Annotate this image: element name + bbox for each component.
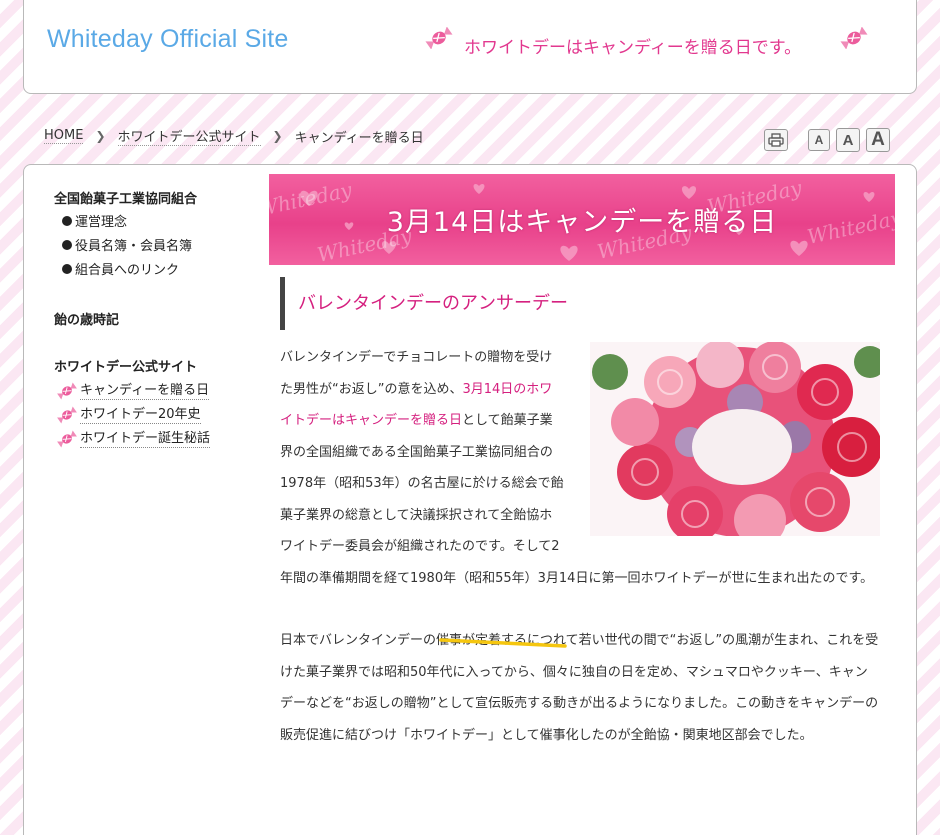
candy-icon [57, 406, 77, 424]
bullet-icon [62, 216, 72, 226]
font-size-small-button[interactable]: A [808, 129, 830, 151]
sidebar-item[interactable]: 役員名簿・会員名簿 [54, 235, 254, 259]
sidebar-link[interactable]: 役員名簿・会員名簿 [75, 239, 192, 254]
sidebar-item[interactable]: ホワイトデー誕生秘話 [54, 427, 254, 451]
breadcrumb: HOME ❯ ホワイトデー公式サイト ❯ キャンディーを贈る日 [44, 126, 424, 146]
sidebar-heading-almanac[interactable]: 飴の歳時記 [54, 309, 254, 328]
section-heading: バレンタインデーのアンサーデー [280, 277, 860, 330]
site-header: Whiteday Official Site ホワイトデーはキャンディーを贈る日… [23, 0, 917, 94]
site-title[interactable]: Whiteday Official Site [47, 25, 289, 54]
sidebar: 全国飴菓子工業協同組合 運営理念 役員名簿・会員名簿 組合員へのリンク 飴の歳時… [54, 188, 254, 451]
bullet-icon [62, 264, 72, 274]
sidebar-link[interactable]: キャンディーを贈る日 [80, 383, 210, 400]
sidebar-heading-whiteday[interactable]: ホワイトデー公式サイト [54, 356, 254, 375]
sidebar-link[interactable]: 運営理念 [75, 215, 127, 230]
sidebar-association-list: 運営理念 役員名簿・会員名簿 組合員へのリンク [54, 211, 254, 283]
header-tagline: ホワイトデーはキャンディーを贈る日です。 [464, 38, 802, 58]
bullet-icon [62, 240, 72, 250]
page-banner: Whiteday Whiteday Whiteday Whiteday Whit… [269, 174, 895, 265]
chevron-right-icon: ❯ [95, 129, 106, 143]
candy-icon [424, 27, 454, 49]
sidebar-item[interactable]: 組合員へのリンク [54, 259, 254, 283]
rose-wreath-image [590, 342, 880, 536]
font-size-large-button[interactable]: A [866, 128, 890, 152]
chevron-right-icon: ❯ [272, 129, 283, 143]
sidebar-link[interactable]: ホワイトデー誕生秘話 [80, 431, 211, 448]
sidebar-item[interactable]: キャンディーを贈る日 [54, 379, 254, 403]
sidebar-link[interactable]: 組合員へのリンク [75, 263, 179, 278]
breadcrumb-whiteday-link[interactable]: ホワイトデー公式サイト [117, 126, 261, 146]
breadcrumb-home-link[interactable]: HOME [44, 128, 84, 144]
highlighter-mark [439, 638, 567, 648]
banner-title: 3月14日はキャンデーを贈る日 [386, 207, 778, 238]
font-size-medium-button[interactable]: A [836, 128, 860, 152]
main-content-box: 全国飴菓子工業協同組合 運営理念 役員名簿・会員名簿 組合員へのリンク 飴の歳時… [23, 164, 917, 835]
sidebar-link[interactable]: ホワイトデー20年史 [80, 407, 201, 424]
sidebar-heading-association[interactable]: 全国飴菓子工業協同組合 [54, 188, 254, 207]
page-tools: A A A [764, 128, 890, 152]
sidebar-item[interactable]: 運営理念 [54, 211, 254, 235]
print-button[interactable] [764, 129, 788, 151]
breadcrumb-current: キャンディーを贈る日 [294, 130, 424, 146]
candy-icon [57, 430, 77, 448]
article-paragraph-2: 日本でバレンタインデーの催事が定着するにつれて若い世代の間で“お返し”の風潮が生… [280, 633, 879, 743]
printer-icon [768, 133, 784, 147]
sidebar-whiteday-list: キャンディーを贈る日 ホワイトデー20年史 ホワイトデー誕生秘話 [54, 379, 254, 451]
candy-icon [57, 382, 77, 400]
sidebar-item[interactable]: ホワイトデー20年史 [54, 403, 254, 427]
article-body: バレンタインデーでチョコレートの贈物を受けた男性が“お返し”の意を込め、3月14… [280, 342, 880, 751]
candy-icon [839, 27, 869, 49]
